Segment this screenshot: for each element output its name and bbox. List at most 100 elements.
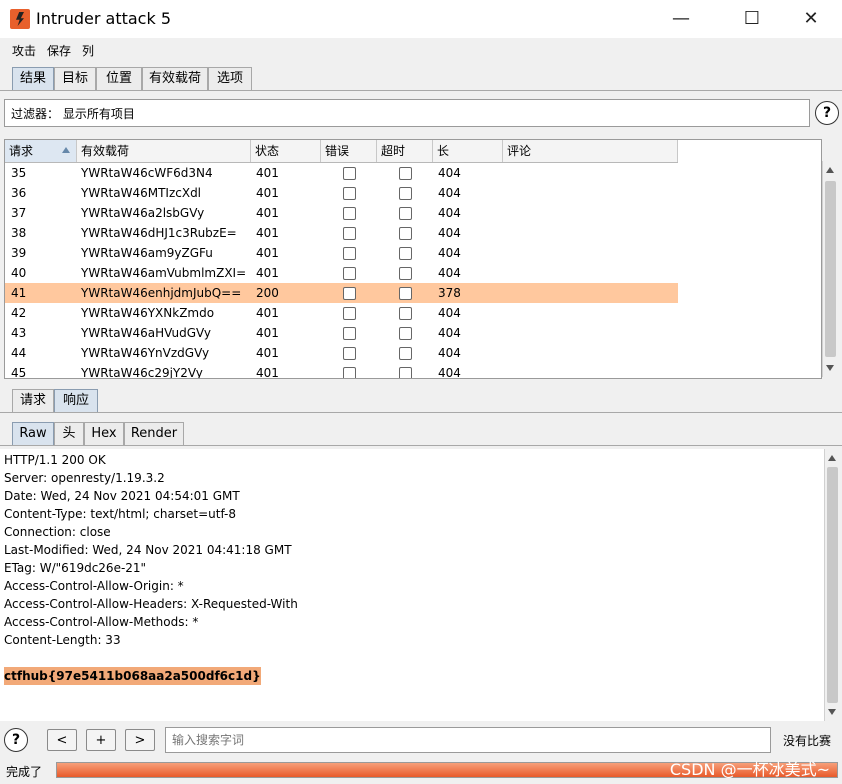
tab-options[interactable]: 选项 — [208, 67, 252, 90]
scroll-up-icon[interactable] — [828, 455, 836, 461]
tab-positions[interactable]: 位置 — [96, 67, 142, 90]
response-line: Last-Modified: Wed, 24 Nov 2021 04:41:18… — [4, 543, 292, 557]
tab-request[interactable]: 请求 — [12, 389, 54, 412]
tab-results[interactable]: 结果 — [12, 67, 54, 90]
table-row[interactable]: 43 YWRtaW46aHVudGVy 401 404 — [5, 323, 678, 343]
search-input[interactable] — [165, 727, 771, 753]
maximize-button[interactable]: ☐ — [729, 0, 775, 38]
cell-request: 40 — [11, 266, 27, 280]
cell-status: 200 — [256, 286, 279, 300]
cell-status: 401 — [256, 186, 279, 200]
table-row[interactable]: 40 YWRtaW46amVubmlmZXI= 401 404 — [5, 263, 678, 283]
cell-length: 404 — [438, 266, 461, 280]
tab-response[interactable]: 响应 — [54, 389, 98, 412]
menu-columns[interactable]: 列 — [82, 42, 94, 59]
match-count-label: 没有比赛 — [783, 734, 832, 748]
cell-status: 401 — [256, 206, 279, 220]
table-row[interactable]: 44 YWRtaW46YnVzdGVy 401 404 — [5, 343, 678, 363]
add-button[interactable]: + — [86, 729, 116, 751]
column-header-status[interactable]: 状态 — [251, 140, 321, 162]
watermark: CSDN @一杯冰美式~ — [669, 760, 830, 779]
table-row[interactable]: 42 YWRtaW46YXNkZmdo 401 404 — [5, 303, 678, 323]
close-button[interactable]: ✕ — [788, 0, 834, 38]
tab-target[interactable]: 目标 — [54, 67, 96, 90]
timeout-checkbox — [399, 327, 412, 340]
response-line: ETag: W/"619dc26e-21" — [4, 561, 147, 575]
cell-payload: YWRtaW46MTIzcXdl — [81, 186, 202, 200]
response-line: Access-Control-Allow-Origin: * — [4, 579, 184, 593]
scroll-down-icon[interactable] — [826, 365, 834, 371]
error-checkbox — [343, 287, 356, 300]
table-row[interactable]: 39 YWRtaW46am9yZGFu 401 404 — [5, 243, 678, 263]
cell-request: 37 — [11, 206, 27, 220]
column-header-comment[interactable]: 评论 — [503, 140, 678, 162]
error-checkbox — [343, 207, 356, 220]
menu-bar: 攻击 保存 列 — [0, 38, 842, 62]
tab-raw[interactable]: Raw — [12, 422, 54, 445]
scroll-down-icon[interactable] — [828, 709, 836, 715]
next-match-button[interactable]: > — [125, 729, 155, 751]
column-header-error[interactable]: 错误 — [321, 140, 377, 162]
cell-length: 404 — [438, 186, 461, 200]
timeout-checkbox — [399, 287, 412, 300]
table-scrollbar[interactable] — [822, 161, 838, 377]
minimize-button[interactable]: — — [658, 0, 704, 38]
table-row[interactable]: 41 YWRtaW46enhjdmJubQ== 200 378 — [5, 283, 678, 303]
view-tab-divider — [0, 445, 842, 446]
cell-payload: YWRtaW46amVubmlmZXI= — [81, 266, 247, 280]
column-header-timeout[interactable]: 超时 — [377, 140, 433, 162]
tab-render[interactable]: Render — [124, 422, 184, 445]
cell-status: 401 — [256, 346, 279, 360]
table-row[interactable]: 38 YWRtaW46dHJ1c3RubzE= 401 404 — [5, 223, 678, 243]
column-header-payload[interactable]: 有效载荷 — [77, 140, 251, 162]
error-checkbox — [343, 227, 356, 240]
error-checkbox — [343, 247, 356, 260]
response-line: Access-Control-Allow-Headers: X-Requeste… — [4, 597, 298, 611]
status-text: 完成了 — [6, 765, 43, 779]
error-checkbox — [343, 367, 356, 378]
scroll-thumb[interactable] — [827, 467, 838, 703]
timeout-checkbox — [399, 167, 412, 180]
response-line: Connection: close — [4, 525, 111, 539]
cell-request: 36 — [11, 186, 27, 200]
results-table: 请求 有效载荷 状态 错误 超时 长 评论 35 YWRtaW46cWF6d3N4… — [4, 139, 822, 379]
table-row[interactable]: 37 YWRtaW46a2lsbGVy 401 404 — [5, 203, 678, 223]
scroll-thumb[interactable] — [825, 181, 836, 357]
tab-payloads[interactable]: 有效载荷 — [142, 67, 208, 90]
window-title: Intruder attack 5 — [36, 9, 171, 28]
cell-length: 404 — [438, 166, 461, 180]
scroll-up-icon[interactable] — [826, 167, 834, 173]
response-viewer[interactable]: HTTP/1.1 200 OK Server: openresty/1.19.3… — [0, 449, 824, 721]
cell-status: 401 — [256, 266, 279, 280]
error-checkbox — [343, 327, 356, 340]
cell-status: 401 — [256, 246, 279, 260]
error-checkbox — [343, 347, 356, 360]
cell-payload: YWRtaW46c29jY2Vy — [81, 366, 203, 379]
cell-status: 401 — [256, 306, 279, 320]
response-line: HTTP/1.1 200 OK — [4, 453, 106, 467]
table-row[interactable]: 35 YWRtaW46cWF6d3N4 401 404 — [5, 163, 678, 183]
search-help-icon[interactable]: ? — [4, 728, 28, 752]
response-line: Access-Control-Allow-Methods: * — [4, 615, 199, 629]
previous-match-button[interactable]: < — [47, 729, 77, 751]
response-line: Date: Wed, 24 Nov 2021 04:54:01 GMT — [4, 489, 240, 503]
response-scrollbar[interactable] — [824, 449, 840, 721]
timeout-checkbox — [399, 367, 412, 378]
detail-tab-divider — [0, 412, 842, 413]
column-label: 请求 — [9, 144, 34, 158]
table-row[interactable]: 45 YWRtaW46c29jY2Vy 401 404 — [5, 363, 678, 379]
cell-length: 404 — [438, 366, 461, 379]
table-row[interactable]: 36 YWRtaW46MTIzcXdl 401 404 — [5, 183, 678, 203]
cell-status: 401 — [256, 326, 279, 340]
help-icon[interactable]: ? — [815, 101, 839, 125]
menu-save[interactable]: 保存 — [47, 42, 71, 59]
tab-hex[interactable]: Hex — [84, 422, 124, 445]
tab-headers[interactable]: 头 — [54, 422, 84, 445]
column-header-length[interactable]: 长 — [433, 140, 503, 162]
cell-status: 401 — [256, 366, 279, 379]
filter-bar[interactable]: 过滤器： 显示所有项目 — [4, 99, 810, 127]
timeout-checkbox — [399, 347, 412, 360]
menu-attack[interactable]: 攻击 — [12, 42, 36, 59]
column-header-request[interactable]: 请求 — [5, 140, 77, 162]
cell-status: 401 — [256, 226, 279, 240]
